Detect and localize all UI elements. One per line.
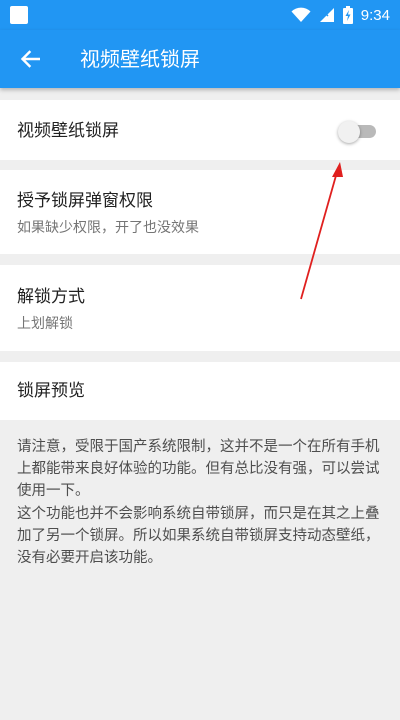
setting-title: 解锁方式 <box>17 287 85 307</box>
setting-lockscreen-preview[interactable]: 锁屏预览 <box>0 362 400 420</box>
battery-charging-icon <box>342 6 353 24</box>
setting-popup-permission[interactable]: 授予锁屏弹窗权限 如果缺少权限，开了也没效果 <box>0 170 400 254</box>
app-bar: 视频壁纸锁屏 <box>0 30 400 88</box>
setting-title: 锁屏预览 <box>17 381 85 401</box>
signal-icon <box>319 8 334 22</box>
setting-subtitle: 如果缺少权限，开了也没效果 <box>17 220 199 236</box>
note-paragraph: 这个功能也并不会影响系统自带锁屏，而只是在其之上叠加了另一个锁屏。所以如果系统自… <box>17 505 380 567</box>
setting-title: 视频壁纸锁屏 <box>17 121 119 141</box>
toggle-thumb <box>338 121 360 143</box>
video-lockscreen-toggle[interactable] <box>338 119 376 143</box>
notification-icon <box>10 6 28 24</box>
back-button[interactable] <box>12 42 48 76</box>
arrow-back-icon <box>20 50 40 68</box>
setting-unlock-method[interactable]: 解锁方式 上划解锁 <box>0 265 400 351</box>
wifi-icon <box>291 7 311 22</box>
info-note: 请注意，受限于国产系统限制，这并不是一个在所有手机上都能带来良好体验的功能。但有… <box>17 436 387 569</box>
status-bar: 9:34 <box>0 0 400 30</box>
setting-video-lockscreen[interactable]: 视频壁纸锁屏 <box>0 100 400 160</box>
page-title: 视频壁纸锁屏 <box>80 47 200 71</box>
setting-title: 授予锁屏弹窗权限 <box>17 191 153 211</box>
setting-subtitle: 上划解锁 <box>17 316 73 332</box>
note-paragraph: 请注意，受限于国产系统限制，这并不是一个在所有手机上都能带来良好体验的功能。但有… <box>17 439 380 500</box>
status-time: 9:34 <box>360 6 390 24</box>
